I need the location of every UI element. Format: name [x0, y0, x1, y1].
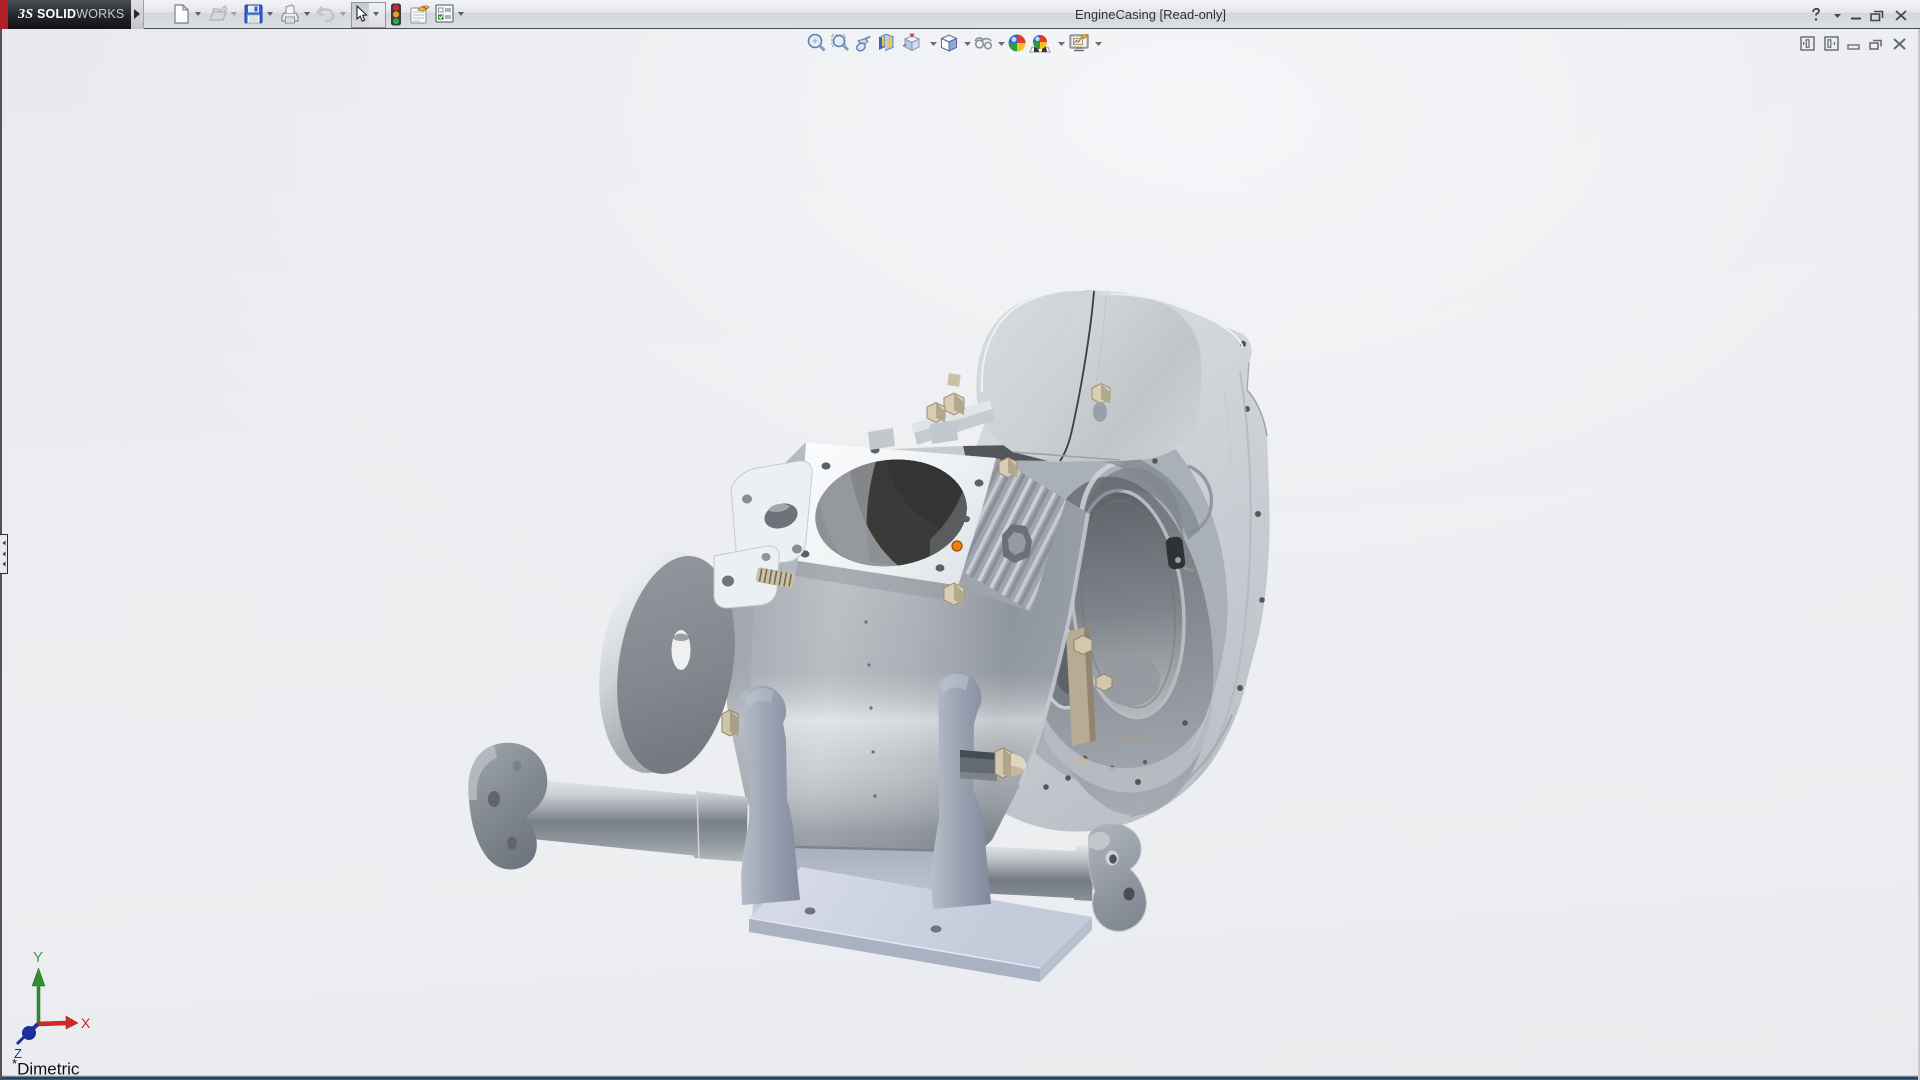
svg-text:X: X	[81, 1015, 91, 1031]
svg-text:Y: Y	[33, 949, 43, 966]
